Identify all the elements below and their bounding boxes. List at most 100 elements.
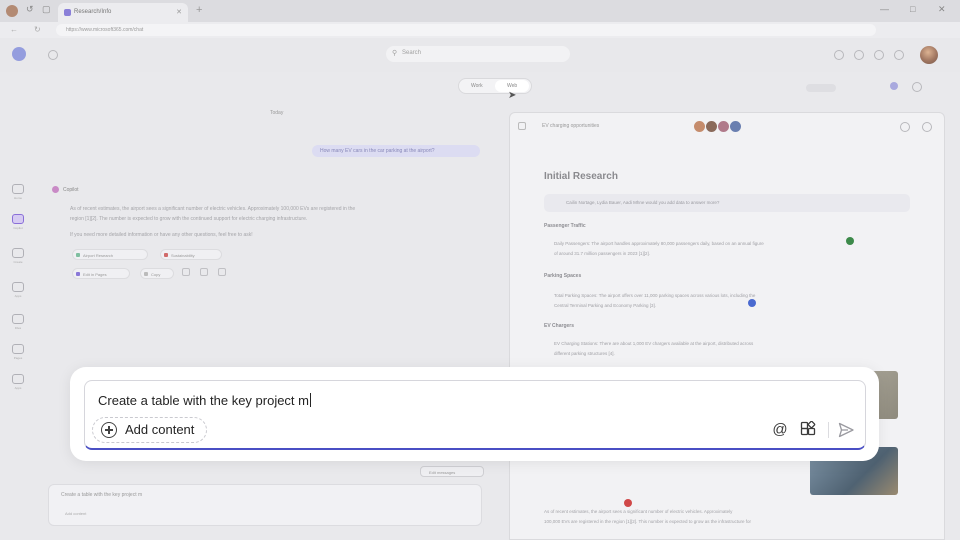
collaborator-avatar[interactable] (729, 120, 742, 133)
new-chat-icon[interactable] (806, 84, 836, 92)
search-box[interactable]: ⚲ Search (386, 46, 570, 62)
bullet-line: Central Terminal Parking and Economy Par… (554, 303, 656, 308)
tabs-icon[interactable]: ▢ (42, 4, 51, 15)
bullet-line: Daily Passengers: The airport handles ap… (554, 241, 764, 246)
app-header: ⚲ Search (0, 38, 960, 72)
grid-icon[interactable] (48, 50, 58, 60)
send-icon[interactable] (837, 421, 855, 439)
close-pane-icon[interactable] (922, 122, 932, 132)
doc-icon (164, 253, 168, 257)
user-message: How many EV cars in the car parking at t… (312, 145, 480, 157)
pages-icon (76, 272, 80, 276)
collaborator-cursor (624, 499, 632, 507)
plugins-icon-glyph (800, 420, 816, 436)
toggle-web[interactable]: Web (507, 83, 517, 89)
rail-item-more-apps[interactable]: Apps (10, 374, 26, 394)
chat-pane: Today How many EV cars in the car parkin… (36, 100, 502, 540)
copilot-pane-icon[interactable] (890, 82, 898, 90)
close-window-icon[interactable]: ✕ (938, 4, 946, 15)
maximize-icon[interactable]: □ (910, 4, 915, 14)
thumbs-up-icon[interactable] (182, 268, 190, 276)
section-heading: EV Chargers (544, 323, 575, 329)
add-content-label: Add content (125, 422, 195, 437)
composer[interactable]: Create a table with the key project m Ad… (84, 380, 866, 450)
assistant-line: As of recent estimates, the airport sees… (70, 206, 356, 212)
search-placeholder: Search (402, 50, 422, 56)
more-apps-icon (12, 374, 24, 384)
section-heading: Passenger Traffic (544, 223, 586, 229)
bullet-line: of around 31.7 million passengers in 202… (554, 251, 651, 256)
text-caret (310, 393, 311, 407)
copy-icon (144, 272, 148, 276)
doc-title: Initial Research (544, 171, 618, 182)
bullet-line: EV Charging Stations: There are about 1,… (554, 341, 754, 346)
search-icon: ⚲ (392, 50, 398, 57)
home-icon (12, 184, 24, 194)
overflow-icon[interactable] (912, 82, 922, 92)
browser-titlebar: ↺ ▢ Research/Info ✕ + — □ ✕ (0, 0, 960, 22)
composer-input[interactable]: Create a table with the key project m (98, 393, 311, 408)
doc-icon (76, 253, 80, 257)
nav-back-icon[interactable]: ← (10, 25, 18, 34)
notifications-icon[interactable] (874, 50, 884, 60)
help-icon[interactable] (854, 50, 864, 60)
rail-item-home[interactable]: Home (10, 184, 26, 204)
composer-input-text: Create a table with the key project m (98, 393, 309, 408)
doc-paragraph-line: 100,000 EVs are registered in the region… (544, 519, 752, 524)
doc-breadcrumb: EV charging opportunities (542, 123, 600, 129)
rail-item-apps[interactable]: Apps (10, 282, 26, 302)
more-icon[interactable] (894, 50, 904, 60)
more-options-icon[interactable] (218, 268, 226, 276)
close-tab-icon[interactable]: ✕ (176, 8, 182, 16)
day-divider: Today (270, 110, 284, 116)
background-composer: Create a table with the key project m Ad… (48, 484, 482, 526)
plugins-icon[interactable] (799, 420, 817, 439)
profile-avatar[interactable] (6, 5, 18, 17)
assistant-name: Copilot (63, 186, 79, 193)
rail-item-files[interactable]: Files (10, 314, 26, 334)
assistant-header: Copilot (52, 186, 79, 193)
address-row: ← ↻ https://www.microsoft365.com/chat (0, 22, 960, 38)
work-web-toggle[interactable]: Work Web (458, 78, 532, 94)
assistant-line: If you need more detailed information or… (70, 232, 253, 238)
composer-card: Create a table with the key project m Ad… (70, 367, 879, 461)
send-icon-glyph (838, 422, 854, 438)
address-bar[interactable]: https://www.microsoft365.com/chat (56, 24, 876, 36)
add-content-button[interactable]: Add content (92, 417, 208, 443)
mentions-bar[interactable]: Cailin Nortage, Lydia Bauer, Aadi Mhne w… (544, 194, 910, 212)
sidebar-toggle-icon[interactable] (518, 122, 526, 130)
back-icon[interactable]: ↺ (26, 4, 34, 15)
collaborator-cursor (846, 237, 854, 245)
nav-refresh-icon[interactable]: ↻ (34, 25, 41, 34)
section-heading: Parking Spaces (544, 273, 582, 279)
minimize-icon[interactable]: — (880, 4, 889, 14)
rail-item-create[interactable]: Create (10, 248, 26, 268)
app-logo-icon[interactable] (12, 47, 26, 61)
reference-chip[interactable]: Airport Research (72, 249, 148, 260)
rail-item-copilot[interactable]: Copilot (10, 214, 26, 234)
files-icon (12, 314, 24, 324)
pen-icon (12, 248, 24, 258)
edit-messages-button[interactable]: Edit messages (420, 466, 484, 477)
add-icon (101, 422, 117, 438)
left-rail: Home Copilot Create Apps Files Pages App… (0, 72, 36, 540)
copilot-avatar-icon (52, 186, 59, 193)
rail-item-pages[interactable]: Pages (10, 344, 26, 364)
user-avatar[interactable] (920, 46, 938, 64)
collaborator-cursor (748, 299, 756, 307)
tab-favicon-icon (64, 9, 71, 16)
expand-icon[interactable] (900, 122, 910, 132)
reference-chip[interactable]: Sustainability (160, 249, 222, 260)
toggle-work[interactable]: Work (471, 83, 483, 89)
new-tab-icon[interactable]: + (196, 4, 202, 16)
at-icon[interactable]: @ (771, 421, 789, 439)
settings-icon[interactable] (834, 50, 844, 60)
mouse-cursor-icon: ➤ (508, 90, 517, 101)
pages-icon (12, 344, 24, 354)
doc-paragraph-line: As of recent estimates, the airport sees… (544, 509, 733, 514)
assistant-line: region [1][2]. The number is expected to… (70, 216, 308, 222)
edit-in-pages-button[interactable]: Edit in Pages (72, 268, 130, 279)
copy-button[interactable]: Copy (140, 268, 174, 279)
browser-tab[interactable]: Research/Info ✕ (58, 3, 188, 22)
thumbs-down-icon[interactable] (200, 268, 208, 276)
